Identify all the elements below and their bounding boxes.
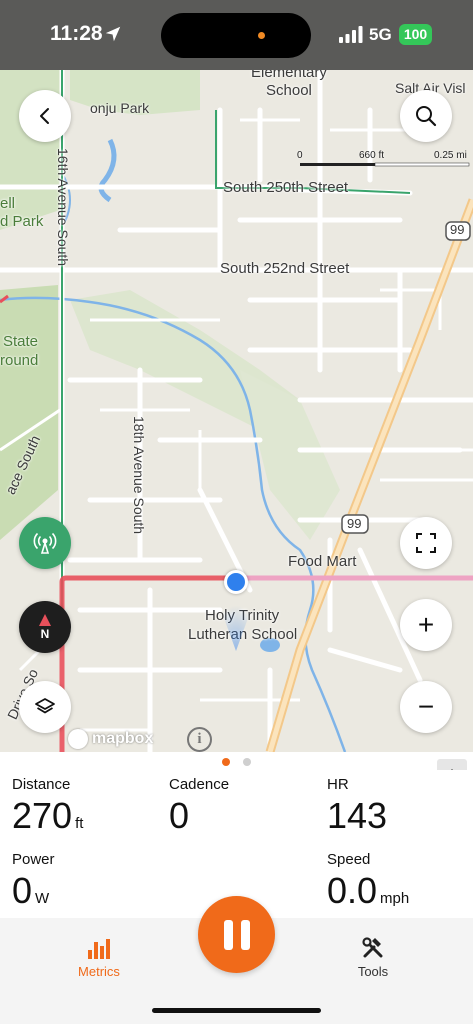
- pager-dot-active[interactable]: [222, 758, 230, 766]
- map-label-state: State: [3, 333, 39, 350]
- metric-value: 0.0: [327, 870, 378, 911]
- tools-icon: [362, 937, 383, 958]
- metric-power: Power 0W: [12, 851, 55, 912]
- zoom-out-icon: −: [417, 691, 435, 722]
- scale-end: 0.25 mi: [434, 150, 467, 161]
- tab-metrics[interactable]: Metrics: [49, 930, 149, 979]
- status-time: 11:28: [50, 22, 103, 45]
- metric-value: 0: [12, 870, 33, 911]
- metrics-pager[interactable]: [0, 752, 473, 772]
- fullscreen-icon: [416, 533, 436, 553]
- metric-distance: Distance 270 ft: [12, 776, 83, 837]
- search-button[interactable]: [400, 90, 452, 142]
- map-label-park-left-1: ell: [0, 195, 16, 212]
- compass-north-label: N: [40, 626, 50, 641]
- route-99-label-north: 99: [450, 222, 465, 237]
- tab-tools[interactable]: Tools: [323, 930, 423, 979]
- dynamic-island: [161, 13, 311, 58]
- map-view[interactable]: 99 99 Elementary School Salt Air Visl on…: [0, 70, 473, 752]
- tab-label: Tools: [357, 964, 389, 979]
- compass-needle-icon: [39, 613, 51, 626]
- route-99-label-south: 99: [347, 516, 362, 531]
- bar-chart-icon: [88, 939, 110, 959]
- map-label-park-left-2: d Park: [0, 213, 44, 230]
- map-label-south-250th: South 250th Street: [223, 179, 349, 196]
- layers-button[interactable]: [19, 681, 71, 733]
- battery-badge: 100: [399, 24, 432, 45]
- mapbox-mark-icon: [68, 729, 88, 749]
- map-label-elementary-school: Elementary School: [251, 70, 327, 99]
- mapbox-text: mapbox: [92, 730, 154, 747]
- metric-label: Cadence: [169, 776, 230, 793]
- fullscreen-button[interactable]: [400, 517, 452, 569]
- attribution-info-icon[interactable]: i: [187, 727, 212, 752]
- map-label-ground: round: [0, 352, 39, 369]
- metric-label: Distance: [12, 776, 71, 793]
- scale-mid: 660 ft: [359, 150, 385, 161]
- metric-label: Power: [12, 851, 55, 868]
- metric-label: Speed: [327, 851, 371, 868]
- metric-value: 0: [169, 795, 190, 836]
- location-arrow-icon: [105, 26, 121, 42]
- metric-speed: Speed 0.0 mph: [327, 851, 409, 912]
- metric-unit: W: [35, 890, 50, 907]
- zoom-out-button[interactable]: −: [400, 681, 452, 733]
- metric-label: HR: [327, 776, 349, 793]
- metric-value: 270: [12, 795, 73, 836]
- metric-value: 143: [327, 795, 388, 836]
- zoom-in-button[interactable]: +: [400, 599, 452, 651]
- metric-cadence: Cadence 0: [169, 776, 229, 837]
- back-button[interactable]: [19, 90, 71, 142]
- mapbox-logo[interactable]: mapbox: [68, 729, 153, 749]
- pause-icon-left: [223, 919, 233, 950]
- network-type: 5G: [369, 25, 392, 44]
- scale-zero: 0: [297, 150, 303, 161]
- layers-icon: [35, 698, 55, 714]
- map-scale: 0 660 ft 0.25 mi: [297, 150, 471, 168]
- search-icon: [416, 106, 437, 127]
- signal-icon: [339, 26, 363, 43]
- pause-icon-right: [240, 919, 250, 950]
- map-label-18th-avenue: 18th Avenue South: [131, 416, 147, 535]
- metric-unit: mph: [380, 890, 410, 907]
- tab-label: Metrics: [78, 964, 120, 979]
- broadcast-icon: [33, 532, 57, 554]
- live-broadcast-button[interactable]: [19, 517, 71, 569]
- back-icon: [40, 108, 49, 124]
- status-bar: 11:28 5G 100: [0, 0, 473, 70]
- home-indicator[interactable]: [152, 1008, 321, 1013]
- metric-unit: ft: [75, 815, 84, 832]
- map-label-south-252nd: South 252nd Street: [220, 260, 350, 277]
- map-label-park: onju Park: [90, 100, 150, 116]
- recording-dot: [258, 32, 265, 39]
- user-location-dot: [224, 570, 248, 594]
- compass-button[interactable]: N: [19, 601, 71, 653]
- pager-dot[interactable]: [243, 758, 251, 766]
- zoom-in-icon: +: [417, 609, 435, 640]
- map-label-16th-avenue: 16th Avenue South: [55, 148, 71, 267]
- metric-hr: HR 143: [327, 776, 387, 837]
- app-screen: 11:28 5G 100 99 99 Elementary School Sal…: [0, 0, 473, 1024]
- map-label-food-mart: Food Mart: [288, 553, 357, 570]
- pause-button[interactable]: [198, 896, 275, 973]
